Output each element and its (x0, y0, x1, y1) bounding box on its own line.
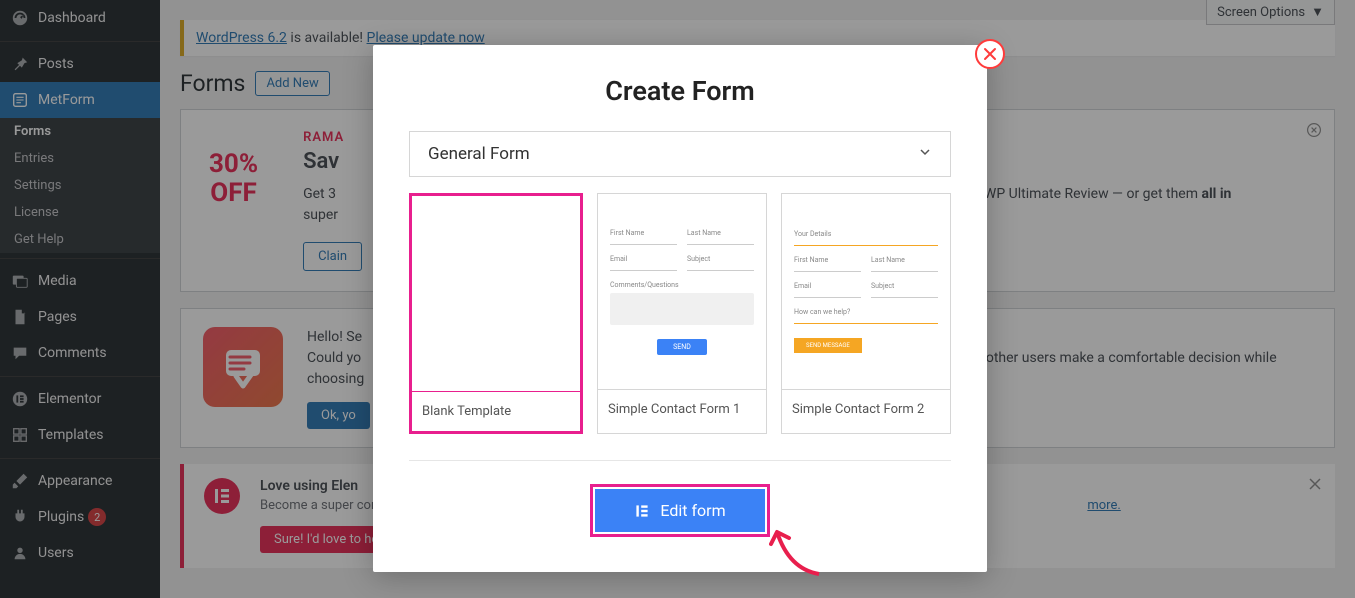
close-icon (983, 47, 997, 61)
select-value: General Form (428, 144, 530, 164)
template-card-contact1[interactable]: First NameLast Name EmailSubject Comment… (597, 193, 767, 434)
elementor-icon (634, 503, 650, 519)
template-card-blank[interactable]: Blank Template (409, 193, 583, 434)
template-label: Simple Contact Form 2 (782, 389, 950, 429)
template-preview (412, 196, 580, 391)
edit-form-label: Edit form (660, 501, 725, 520)
template-label: Simple Contact Form 1 (598, 389, 766, 429)
form-type-select[interactable]: General Form (409, 131, 951, 177)
edit-form-button[interactable]: Edit form (595, 489, 765, 532)
template-card-contact2[interactable]: Your Details First NameLast Name EmailSu… (781, 193, 951, 434)
template-preview: Your Details First NameLast Name EmailSu… (782, 194, 950, 389)
chevron-down-icon (918, 144, 932, 164)
create-form-modal: Create Form General Form Blank Template … (373, 45, 987, 572)
template-list: Blank Template First NameLast Name Email… (409, 193, 951, 461)
modal-close-button[interactable] (975, 39, 1005, 69)
modal-title: Create Form (409, 75, 951, 107)
template-preview: First NameLast Name EmailSubject Comment… (598, 194, 766, 389)
template-label: Blank Template (412, 391, 580, 431)
